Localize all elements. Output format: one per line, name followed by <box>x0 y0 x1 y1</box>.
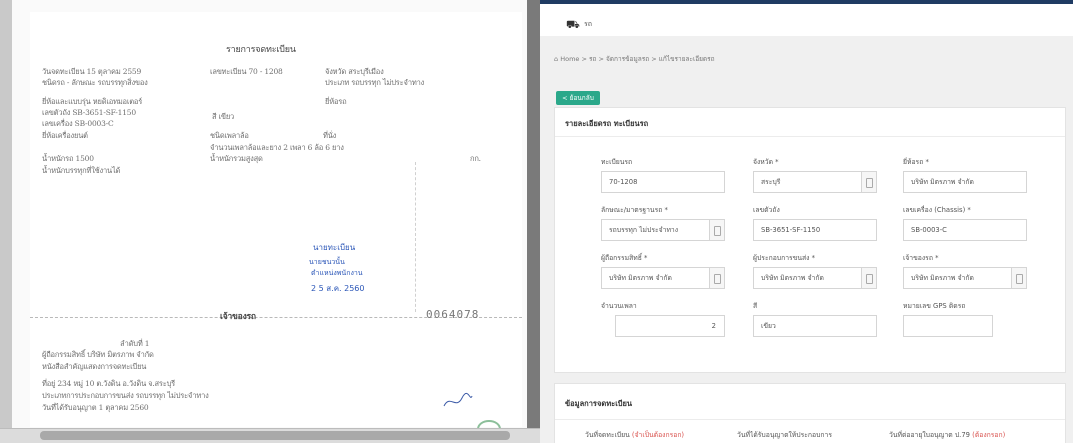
owner-value: บริษัท มิตรภาพ จำกัด <box>609 274 672 282</box>
signature-mark <box>442 392 474 410</box>
select-arrow-icon <box>709 268 724 288</box>
vehicle-type-value: รถบรรทุก ไม่ประจำทาง <box>609 226 679 234</box>
document-title: รายการจดทะเบียน <box>226 45 296 55</box>
owner-line: วันที่ได้รับอนุญาต 1 ตุลาคม 2560 <box>42 403 149 412</box>
owner-line: ประเภทการประกอบการขนส่ง รถบรรทุก ไม่ประจ… <box>42 391 209 400</box>
doc-line: ชนิดเพลาล้อ <box>210 131 249 140</box>
document-left-edge <box>0 0 12 443</box>
select-arrow-icon <box>861 172 876 192</box>
select-arrow-icon <box>861 268 876 288</box>
doc-line: น้ำหนักรถ 1500 <box>42 154 94 163</box>
doc-line: ชนิดรถ - ลักษณะ รถบรรทุกสิ่งของ <box>42 78 148 87</box>
plate-input[interactable]: 70-1208 <box>601 171 725 193</box>
doc-line: สี เขียว <box>212 112 235 121</box>
card-title: รายละเอียดรถ ทะเบียนรถ <box>565 119 649 128</box>
renewal-date-label: วันที่ต่ออายุใบอนุญาต ป.79 (ต้องกรอก) <box>889 429 1005 440</box>
license-date-label: วันที่ได้รับอนุญาตให้ประกอบการ <box>737 429 832 440</box>
doc-line: ยี่ห้อเครื่องยนต์ <box>42 131 88 140</box>
vehicle-details-card: รายละเอียดรถ ทะเบียนรถ ทะเบียนรถ 70-1208… <box>554 107 1066 373</box>
vehicle-edit-pane: ⛟ รถ ⌂ Home > รถ > จัดการข้อมูลรถ > แก้ไ… <box>540 0 1073 443</box>
breadcrumb-text[interactable]: Home > รถ > จัดการข้อมูลรถ > แก้ไขรายละเ… <box>560 55 714 63</box>
vehicle-type-select[interactable]: รถบรรทุก ไม่ประจำทาง <box>601 219 725 241</box>
owner-line: หนังสือสำคัญแสดงการจดทะเบียน <box>42 362 147 371</box>
engine-label: เลขเครื่อง (Chassis) * <box>903 206 971 214</box>
brand-label: ยี่ห้อรถ * <box>903 158 929 166</box>
brand-select[interactable]: บริษัท มิตรภาพ จำกัด <box>903 171 1027 193</box>
chassis-label: เลขตัวถัง <box>753 206 780 214</box>
horizontal-scrollbar[interactable] <box>0 428 540 443</box>
stamp-line: ตำแหน่งพนักงาน <box>311 269 363 277</box>
label-text: วันที่ต่ออายุใบอนุญาต ป.79 <box>889 431 970 439</box>
holder-label: เจ้าของรถ * <box>903 254 939 262</box>
operator-label: ผู้ประกอบการขนส่ง * <box>753 254 816 262</box>
doc-line: ยี่ห้อรถ <box>325 97 347 106</box>
label-text: วันที่ได้รับอนุญาตให้ประกอบการ <box>737 431 833 439</box>
pane-splitter[interactable] <box>527 0 540 443</box>
fold-line <box>415 162 416 312</box>
stamp-line: นายชนวนั้น <box>309 258 345 266</box>
card-header: รายละเอียดรถ ทะเบียนรถ <box>555 108 1065 137</box>
doc-line: กก. <box>470 154 481 163</box>
breadcrumb[interactable]: ⌂ Home > รถ > จัดการข้อมูลรถ > แก้ไขรายล… <box>554 54 715 64</box>
owner-select[interactable]: บริษัท มิตรภาพ จำกัด <box>601 267 725 289</box>
owner-line: ผู้ถือกรรมสิทธิ์ บริษัท มิตรภาพ จำกัด <box>42 350 154 359</box>
registration-date-label: วันที่จดทะเบียน (จำเป็นต้องกรอก) <box>585 429 684 440</box>
doc-line: ที่นั่ง <box>323 131 337 140</box>
operator-select[interactable]: บริษัท มิตรภาพ จำกัด <box>753 267 877 289</box>
app-header: ⛟ รถ <box>540 0 1073 36</box>
registration-document: รายการจดทะเบียน วันจดทะเบียน 15 ตุลาคม 2… <box>30 12 522 438</box>
color-label: สี <box>753 302 758 310</box>
truck-icon: ⛟ <box>566 18 580 31</box>
stamp-line: 2 5 ส.ค. 2560 <box>311 284 365 293</box>
card-divider <box>555 419 1065 420</box>
registration-info-card: ข้อมูลการจดทะเบียน วันที่จดทะเบียน (จำเป… <box>554 383 1066 443</box>
doc-line: น้ำหนักบรรทุกที่ใช้งานได้ <box>42 166 121 175</box>
stamp-line: นายทะเบียน <box>313 243 356 252</box>
province-value: สระบุรี <box>761 178 781 186</box>
owner-line: ที่อยู่ 234 หมู่ 10 ต.วังดิน อ.วังดิน จ.… <box>42 379 175 388</box>
registrar-stamp: นายทะเบียน นายชนวนั้น ตำแหน่งพนักงาน 2 5… <box>305 237 395 303</box>
axle-label: จำนวนเพลา <box>601 302 637 310</box>
operator-value: บริษัท มิตรภาพ จำกัด <box>761 274 824 282</box>
owner-label: ผู้ถือกรรมสิทธิ์ * <box>601 254 648 262</box>
chassis-input[interactable]: SB-3651-SF-1150 <box>753 219 877 241</box>
required-hint: (จำเป็นต้องกรอก) <box>631 431 685 439</box>
gps-label: หมายเลข GPS ติดรถ <box>903 302 966 310</box>
plate-label: ทะเบียนรถ <box>601 158 633 166</box>
back-button[interactable]: < ย้อนกลับ <box>556 91 600 105</box>
select-arrow-icon <box>1011 268 1026 288</box>
gps-input[interactable] <box>903 315 993 337</box>
doc-line: น้ำหนักรวมสูงสุด <box>210 154 263 163</box>
vehicle-type-label: ลักษณะ/มาตรฐานรถ * <box>601 206 668 214</box>
doc-line: เลขเครื่อง SB-0003-C <box>42 119 114 128</box>
home-icon[interactable]: ⌂ <box>554 55 558 63</box>
province-select[interactable]: สระบุรี <box>753 171 877 193</box>
axle-count-input[interactable]: 2 <box>615 315 725 337</box>
registration-section-title: ข้อมูลการจดทะเบียน <box>565 399 633 408</box>
engine-input[interactable]: SB-0003-C <box>903 219 1027 241</box>
color-input[interactable]: เขียว <box>753 315 877 337</box>
app-title: รถ <box>584 20 592 28</box>
doc-line: ประเภท รถบรรทุก ไม่ประจำทาง <box>325 78 425 87</box>
owner-section-title: เจ้าของรถ <box>220 312 256 322</box>
required-hint: (ต้องกรอก) <box>972 431 1006 439</box>
document-viewer-pane: รายการจดทะเบียน วันจดทะเบียน 15 ตุลาคม 2… <box>0 0 540 443</box>
holder-select[interactable]: บริษัท มิตรภาพ จำกัด <box>903 267 1027 289</box>
province-label: จังหวัด * <box>753 158 779 166</box>
select-arrow-icon <box>709 220 724 240</box>
scrollbar-thumb[interactable] <box>40 431 510 440</box>
document-serial: 0064078 <box>426 308 480 321</box>
holder-value: บริษัท มิตรภาพ จำกัด <box>911 274 974 282</box>
doc-line: เลขทะเบียน 70 - 1208 <box>210 67 283 76</box>
label-text: วันที่จดทะเบียน <box>585 431 630 439</box>
